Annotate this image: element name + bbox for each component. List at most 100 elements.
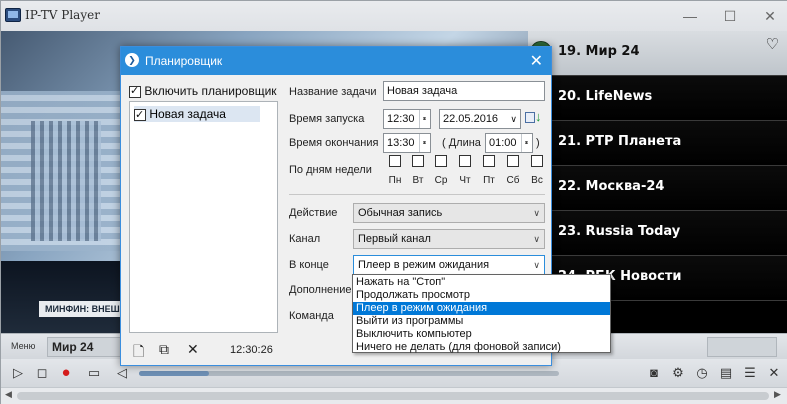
dropdown-option[interactable]: Нажать на "Стоп" (353, 276, 610, 289)
chevron-down-icon[interactable]: ∨ (510, 110, 517, 128)
task-list-item[interactable]: Новая задача (134, 106, 260, 123)
checkbox-icon[interactable] (389, 155, 401, 167)
menu-button[interactable]: Меню (11, 341, 35, 351)
day-sun[interactable]: Вс (526, 155, 548, 186)
channel-label: 23. Russia Today (558, 224, 681, 239)
end-time-input[interactable]: 13:30 (383, 133, 431, 153)
spinner-icon[interactable] (419, 134, 430, 152)
play-icon[interactable]: ▷ (9, 364, 27, 382)
delete-task-icon[interactable]: ✕ (187, 341, 199, 358)
command-label: Команда (289, 310, 334, 322)
folder-icon[interactable]: ▭ (85, 364, 103, 382)
day-tue[interactable]: Вт (407, 155, 429, 186)
volume-icon[interactable]: ◁ (113, 364, 131, 382)
close-button[interactable]: ✕ (755, 5, 785, 27)
enable-scheduler-checkbox[interactable]: Включить планировщик (129, 84, 277, 98)
scroll-right-arrow-icon[interactable]: ▶ (774, 389, 781, 400)
duration-value: 01:00 (489, 137, 517, 149)
list-icon[interactable]: ☰ (741, 364, 759, 382)
dropdown-option[interactable]: Выйти из программы (353, 315, 610, 328)
news-ticker: МИНФИН: ВНЕШ (39, 301, 129, 317)
divider (289, 194, 545, 195)
checkbox-icon[interactable] (129, 84, 141, 98)
action-select[interactable]: Обычная запись ∨ (353, 203, 545, 223)
channel-item[interactable]: 19. Мир 24 ♡ (528, 31, 787, 76)
channel-label: 20. LifeNews (558, 89, 653, 104)
dropdown-option-selected[interactable]: Плеер в режим ожидания (353, 302, 610, 315)
task-name-input[interactable]: Новая задача (383, 81, 545, 101)
maximize-button[interactable]: ☐ (715, 5, 745, 27)
title-bar: IP-TV Player — ☐ ✕ (1, 1, 787, 31)
action-label: Действие (289, 207, 338, 219)
horizontal-scrollbar[interactable]: ◀ ▶ (1, 387, 787, 404)
current-channel-field[interactable]: Мир 24 (47, 337, 127, 357)
new-task-icon[interactable]: 🗋 (133, 341, 144, 365)
end-time-label: Время окончания (289, 137, 379, 149)
app-icon (5, 8, 21, 22)
scheduler-icon[interactable]: ◷ (693, 364, 711, 382)
checkbox-icon[interactable] (483, 155, 495, 167)
scroll-left-arrow-icon[interactable]: ◀ (5, 389, 12, 400)
start-time-label: Время запуска (289, 113, 365, 125)
channel-label: 19. Мир 24 (558, 44, 640, 59)
app-title: IP-TV Player (25, 8, 100, 22)
start-time-input[interactable]: 12:30 (383, 109, 431, 129)
dialog-close-button[interactable]: ✕ (530, 51, 543, 71)
extra-label: Дополнение (289, 284, 352, 296)
start-date-input[interactable]: 22.05.2016 ∨ (439, 109, 521, 129)
calendar-arrow-icon[interactable]: ↓ (525, 109, 542, 127)
checkbox-icon[interactable] (412, 155, 424, 167)
favorite-heart-icon[interactable]: ♡ (766, 35, 779, 53)
day-mon[interactable]: Пн (384, 155, 406, 186)
channel-item[interactable]: 23. Russia Today (528, 211, 787, 256)
end-action-dropdown-list[interactable]: Нажать на "Стоп" Продолжать просмотр Пле… (352, 274, 611, 353)
minimize-button[interactable]: — (675, 5, 705, 27)
dropdown-option[interactable]: Ничего не делать (для фоновой записи) (353, 341, 610, 354)
video-background-building (31, 121, 101, 241)
enable-scheduler-label: Включить планировщик (144, 84, 277, 98)
channel-select[interactable]: Первый канал ∨ (353, 229, 545, 249)
search-field[interactable] (707, 337, 777, 357)
scroll-thumb[interactable] (17, 392, 769, 400)
duration-label: ( Длина (442, 137, 481, 149)
day-label: Сб (506, 175, 520, 186)
spinner-icon[interactable] (419, 110, 430, 128)
checkbox-icon[interactable] (531, 155, 543, 167)
day-thu[interactable]: Чт (454, 155, 476, 186)
duration-input[interactable]: 01:00 (485, 133, 533, 153)
task-checkbox-icon[interactable] (134, 107, 146, 123)
day-label: Вс (531, 175, 543, 186)
fullscreen-icon[interactable]: ✕ (765, 364, 783, 382)
channel-value: Первый канал (358, 233, 431, 245)
record-icon[interactable]: ● (57, 364, 75, 382)
dropdown-option[interactable]: Выключить компьютер (353, 328, 610, 341)
channel-item[interactable]: 22. Москва-24 (528, 166, 787, 211)
duration-close-paren: ) (536, 137, 540, 149)
end-time-value: 13:30 (387, 137, 415, 149)
channel-item[interactable]: 20. LifeNews (528, 76, 787, 121)
spinner-icon[interactable] (521, 134, 532, 152)
end-action-select[interactable]: Плеер в режим ожидания ∨ (353, 255, 545, 275)
copy-task-icon[interactable]: ⧉ (159, 341, 169, 358)
channel-label: 22. Москва-24 (558, 179, 665, 194)
volume-slider[interactable] (139, 371, 559, 376)
info-icon[interactable]: ▤ (717, 364, 735, 382)
channel-label: 21. РТР Планета (558, 134, 682, 149)
stop-icon[interactable]: ◻ (33, 364, 51, 382)
channel-item[interactable]: 21. РТР Планета (528, 121, 787, 166)
end-action-value: Плеер в режим ожидания (358, 259, 490, 271)
day-wed[interactable]: Ср (430, 155, 452, 186)
task-list[interactable]: Новая задача (129, 101, 278, 333)
dropdown-option[interactable]: Продолжать просмотр (353, 289, 610, 302)
checkbox-icon[interactable] (459, 155, 471, 167)
dialog-title: Планировщик (145, 54, 223, 68)
day-sat[interactable]: Сб (502, 155, 524, 186)
checkbox-icon[interactable] (507, 155, 519, 167)
day-label: Пн (388, 175, 402, 186)
checkbox-icon[interactable] (435, 155, 447, 167)
action-value: Обычная запись (358, 207, 443, 219)
camera-icon[interactable]: ◙ (645, 364, 663, 382)
gear-icon[interactable]: ⚙ (669, 364, 687, 382)
day-fri[interactable]: Пт (478, 155, 500, 186)
chevron-down-icon: ∨ (533, 260, 540, 270)
